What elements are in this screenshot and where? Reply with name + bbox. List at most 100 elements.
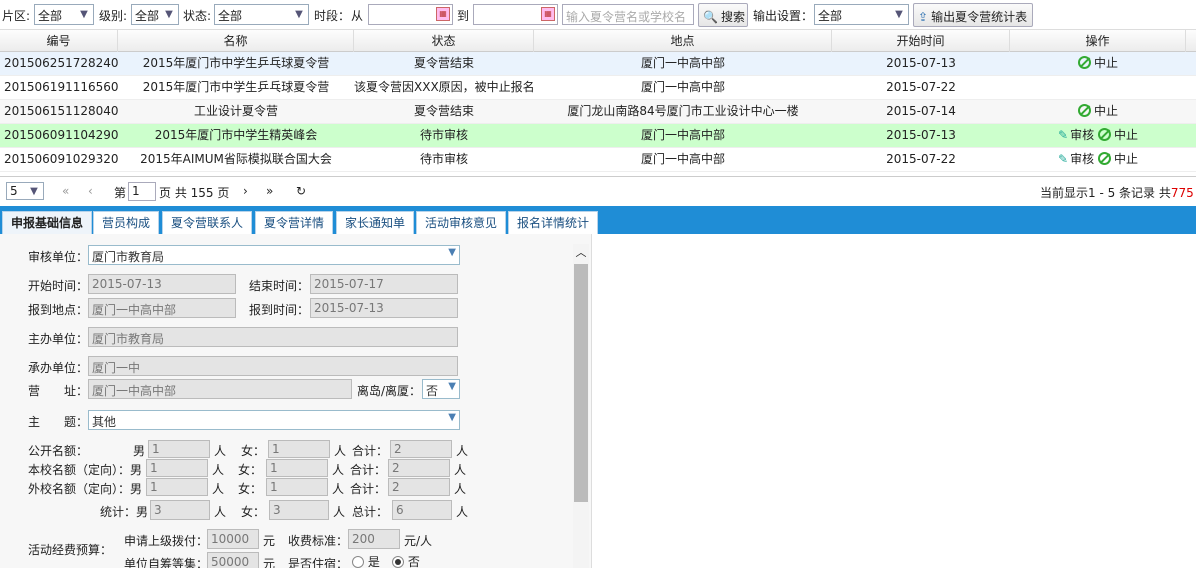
cell-place: 厦门一中高中部 [640,128,725,142]
site-field[interactable]: 厦门一中高中部 [88,379,352,399]
report-place-field[interactable]: 厦门一中高中部 [88,298,236,318]
own-total-field[interactable]: 2 [388,459,450,477]
cell-status: 待市审核 [419,128,468,142]
stats-female-field[interactable]: 3 [269,500,329,520]
calendar-icon[interactable]: ▦ [541,7,555,21]
tab-details[interactable]: 夏令营详情 [255,211,334,234]
island-select[interactable]: 否 ▼ [422,379,460,399]
host-field[interactable]: 厦门市教育局 [88,327,458,347]
total-label: 合计： [350,482,387,496]
column-header-status[interactable]: 状态 [354,30,534,52]
public-total-field[interactable]: 2 [390,440,452,458]
stop-button[interactable]: 中止 [1097,128,1138,142]
stop-button[interactable]: 中止 [1077,56,1118,70]
next-page-icon[interactable]: › [243,184,248,198]
review-unit-select[interactable]: 厦门市教育局 ▼ [88,245,460,265]
cell-place: 厦门一中高中部 [640,80,725,94]
stop-icon [1077,104,1091,117]
organizer-field[interactable]: 厦门一中 [88,356,458,376]
export-button[interactable]: ⇪ 输出夏令营统计表 [913,3,1033,27]
level-select[interactable]: 全部 ▼ [131,4,179,25]
radio-selected-icon[interactable] [392,556,404,568]
column-header-place[interactable]: 地点 [534,30,832,52]
last-page-icon[interactable]: » [266,184,273,198]
from-label: 从 [351,9,364,23]
stats-male-field[interactable]: 3 [150,500,210,520]
unit-label: 人 [212,482,225,496]
scrollbar-thumb[interactable] [574,264,588,502]
search-icon: 🔍 [703,10,718,24]
tab-review-opinion[interactable]: 活动审核意见 [416,211,507,234]
lodging-yes-option[interactable]: 是 [352,553,380,568]
stop-button[interactable]: 中止 [1097,152,1138,166]
basic-info-panel: 审核单位： 厦门市教育局 ▼ 开始时间： 2015-07-13 结束时间： 201… [0,234,592,568]
column-header-start[interactable]: 开始时间 [832,30,1010,52]
unit-label: 人 [214,444,227,458]
column-header-id[interactable]: 编号 [0,30,118,52]
status-select[interactable]: 全部 ▼ [214,4,309,25]
column-header-name[interactable]: 名称 [118,30,354,52]
page-input[interactable]: 1 [128,182,156,201]
page-prefix: 第 [114,186,127,200]
stats-total-field[interactable]: 6 [392,500,452,520]
page-size-select[interactable]: 5 ▼ [6,182,44,200]
report-time-field[interactable]: 2015-07-13 [310,298,458,318]
cell-ops: 中止 [1010,100,1186,123]
fee-label: 收费标准： [288,534,349,548]
panel-scrollbar[interactable]: ︿ [573,244,589,568]
own-female-field[interactable]: 1 [266,459,328,477]
other-total-field[interactable]: 2 [388,478,450,496]
end-date-field[interactable]: 2015-07-17 [310,274,458,294]
self-fund-field[interactable]: 50000 [207,552,259,568]
prev-page-icon[interactable]: ‹ [88,184,93,198]
apply-field[interactable]: 10000 [207,529,259,549]
table-row[interactable]: 2015062517282408 2015年厦门市中学生乒乓球夏令营 夏令营结束… [0,52,1196,76]
tab-signup-stats[interactable]: 报名详情统计 [508,211,599,234]
yuan-label: 元 [263,534,276,548]
refresh-icon[interactable]: ↻ [296,184,306,198]
theme-label: 主 题： [28,415,89,429]
stop-button[interactable]: 中止 [1077,104,1118,118]
other-female-field[interactable]: 1 [266,478,328,496]
radio-icon[interactable] [352,556,364,568]
cell-id: 2015060910293202 [4,152,118,166]
record-summary: 当前显示1 - 5 条记录 共775 条 [1040,186,1194,200]
tab-members[interactable]: 营员构成 [93,211,160,234]
female-label: 女： [238,463,263,477]
lodging-no-option[interactable]: 否 [392,553,420,568]
total-label: 合计： [350,463,387,477]
public-female-field[interactable]: 1 [268,440,330,458]
district-select[interactable]: 全部 ▼ [34,4,94,25]
cell-id: 2015061911165608 [4,80,118,94]
chevron-up-icon[interactable]: ︿ [573,246,589,260]
review-button[interactable]: ✎ 审核 [1058,128,1094,142]
first-page-icon[interactable]: « [62,184,69,198]
review-button[interactable]: ✎ 审核 [1058,152,1094,166]
date-from-input[interactable]: ▦ [368,4,453,25]
stop-icon [1097,128,1111,141]
tab-basic-info[interactable]: 申报基础信息 [2,211,93,234]
public-male-field[interactable]: 1 [148,440,210,458]
other-male-field[interactable]: 1 [146,478,208,496]
stats-label: 统计：男 [100,505,149,519]
date-to-input[interactable]: ▦ [473,4,558,25]
table-row[interactable]: 2015060911042902 2015年厦门市中学生精英峰会 待市审核 厦门… [0,124,1196,148]
table-row[interactable]: 2015060910293202 2015年AIMUM省际模拟联合国大会 待市审… [0,148,1196,172]
theme-select[interactable]: 其他 ▼ [88,410,460,430]
search-button[interactable]: 🔍 搜索 [698,3,748,27]
table-row[interactable]: 2015061911165608 2015年厦门市中学生乒乓球夏令营 该夏令营因… [0,76,1196,100]
camp-table: 编号 名称 状态 地点 开始时间 操作 2015062517282408 201… [0,30,1196,176]
table-row[interactable]: 2015061511280406 工业设计夏令营 夏令营结束 厦门龙山南路84号… [0,100,1196,124]
fee-field[interactable]: 200 [348,529,400,549]
search-input[interactable]: 输入夏令营名或学校名 [562,4,694,25]
own-male-field[interactable]: 1 [146,459,208,477]
export-select[interactable]: 全部 ▼ [814,4,909,25]
tab-parent-notice[interactable]: 家长通知单 [336,211,415,234]
stop-icon [1097,152,1111,165]
start-date-field[interactable]: 2015-07-13 [88,274,236,294]
cell-start: 2015-07-13 [886,128,956,142]
calendar-icon[interactable]: ▦ [436,7,450,21]
cell-id: 2015060911042902 [4,128,118,142]
cell-ops: 中止 [1010,52,1186,75]
tab-contacts[interactable]: 夏令营联系人 [162,211,253,234]
